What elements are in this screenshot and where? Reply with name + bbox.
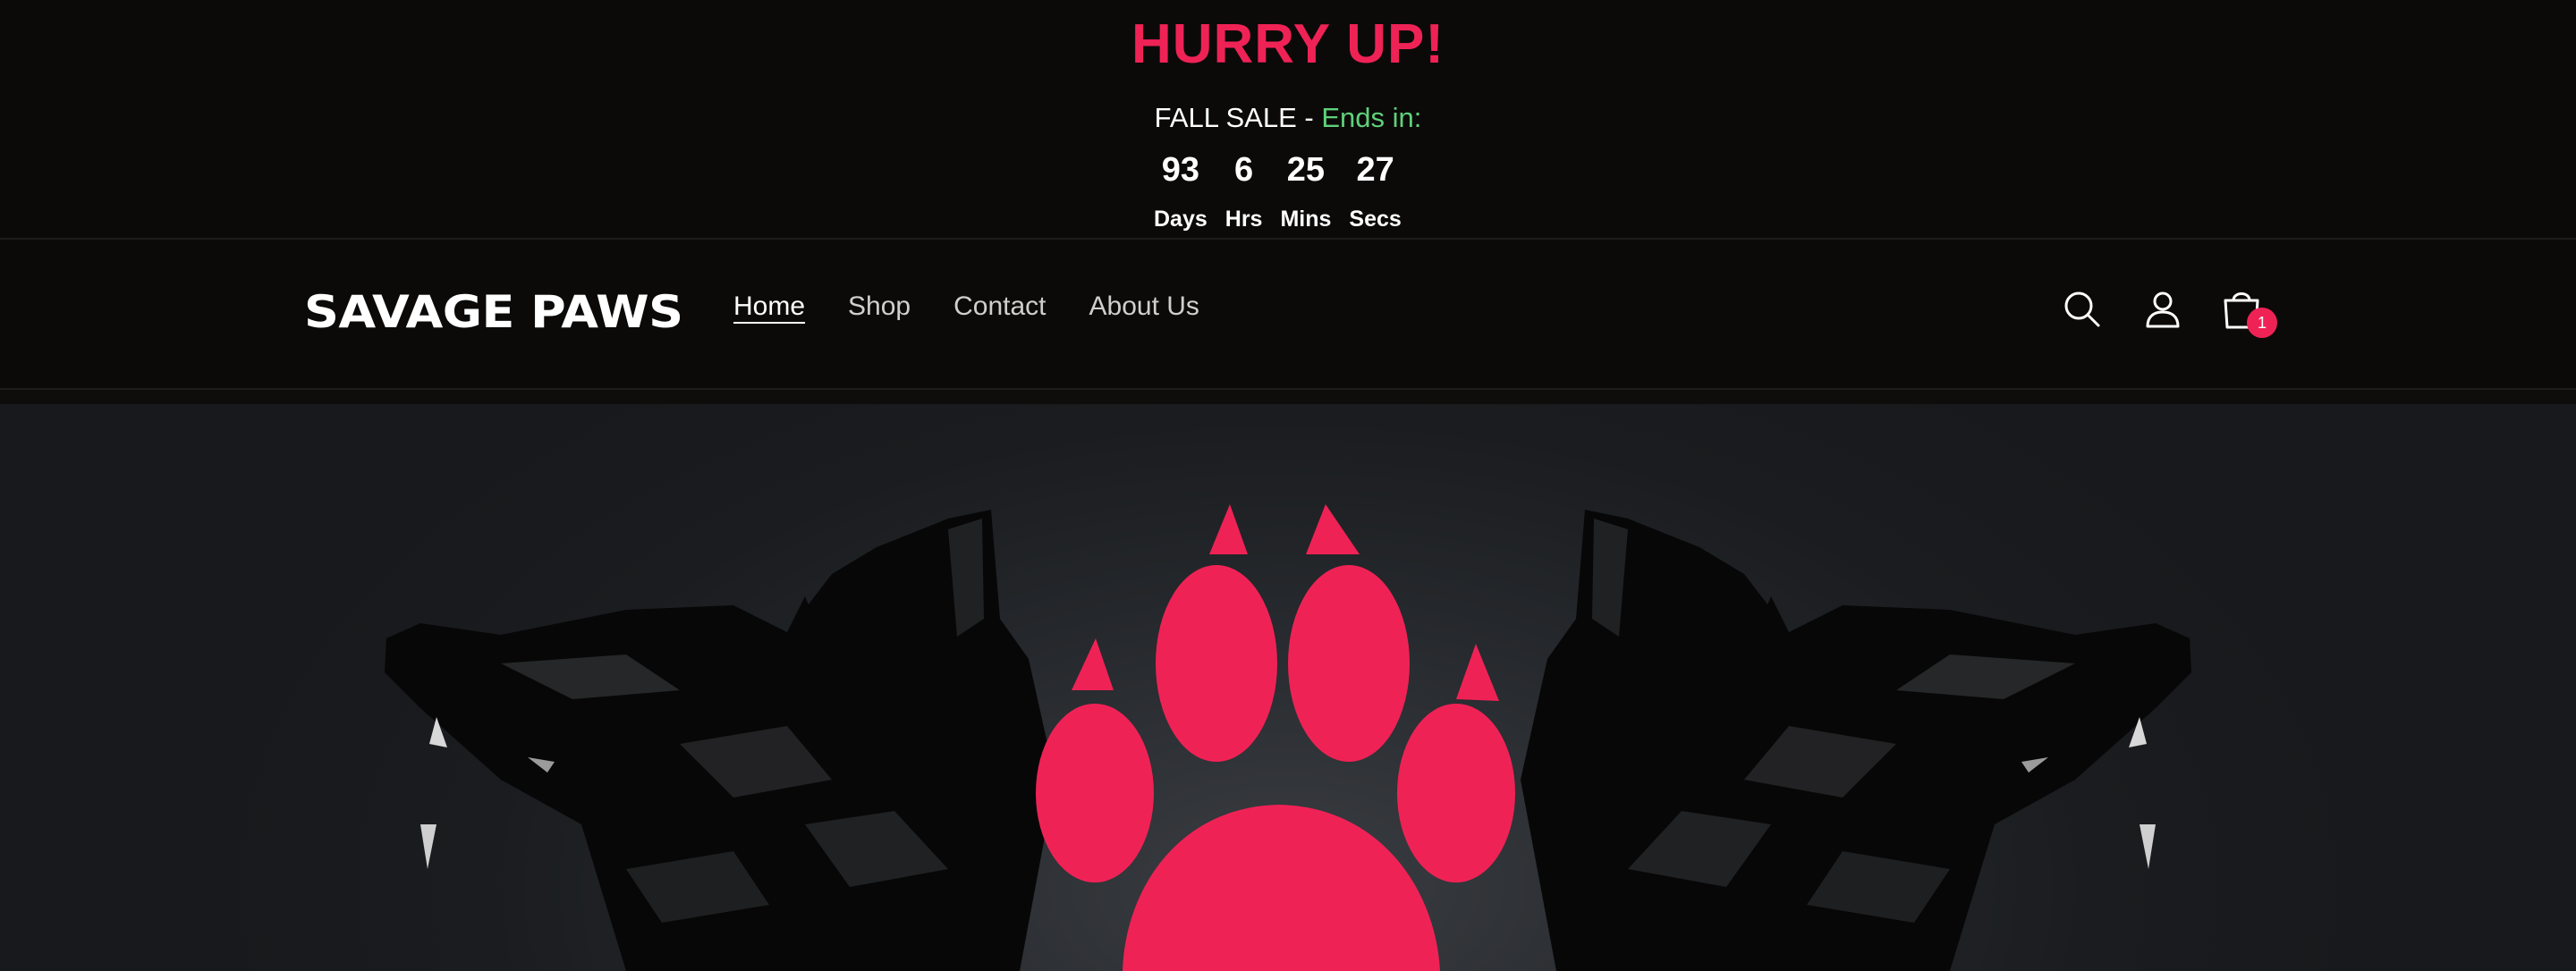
countdown-hours-label: Hrs <box>1224 207 1263 232</box>
countdown-minutes-label: Mins <box>1280 207 1332 232</box>
countdown-minutes-value: 25 <box>1286 151 1326 189</box>
countdown-hours-value: 6 <box>1234 151 1254 189</box>
cart-count-badge: 1 <box>2247 308 2277 338</box>
ends-in-label: Ends in: <box>1321 102 1422 133</box>
countdown-timer: 93 Days 6 Hrs 25 Mins 27 Secs <box>1154 145 1402 232</box>
paw-print-logo <box>1036 504 1515 971</box>
countdown-seconds: 27 Secs <box>1349 145 1401 232</box>
nav-shop[interactable]: Shop <box>848 291 911 322</box>
sale-heading: HURRY UP! <box>1131 13 1445 75</box>
sale-line: FALL SALE - Ends in: <box>0 102 2576 134</box>
cart-button[interactable]: 1 <box>2218 286 2277 338</box>
header-divider <box>0 390 2576 404</box>
countdown-seconds-value: 27 <box>1356 151 1394 189</box>
hero-banner <box>0 404 2576 971</box>
nav-about-us[interactable]: About Us <box>1089 291 1199 322</box>
site-header: SAVAGE PAWS Home Shop Contact About Us 1 <box>0 240 2576 390</box>
account-button[interactable] <box>2140 286 2186 333</box>
countdown-days-value: 93 <box>1161 151 1200 189</box>
nav-contact[interactable]: Contact <box>953 291 1046 322</box>
search-icon <box>2064 291 2100 327</box>
countdown-seconds-label: Secs <box>1349 207 1402 232</box>
right-dog-illustration <box>1521 510 2191 971</box>
countdown-minutes: 25 Mins <box>1280 145 1331 232</box>
sale-separator: - <box>1296 102 1322 133</box>
countdown-days-label: Days <box>1154 207 1208 232</box>
announcement-bar: HURRY UP! FALL SALE - Ends in: 93 Days 6… <box>0 0 2576 240</box>
main-nav: Home Shop Contact About Us <box>733 291 1242 322</box>
sale-name: FALL SALE <box>1154 102 1297 133</box>
search-button[interactable] <box>2059 286 2106 333</box>
countdown-hours: 6 Hrs <box>1225 145 1263 232</box>
account-icon <box>2146 291 2180 328</box>
left-dog-illustration <box>385 510 1055 971</box>
site-logo[interactable]: SAVAGE PAWS <box>304 286 683 338</box>
nav-home[interactable]: Home <box>733 291 805 322</box>
countdown-days: 93 Days <box>1154 145 1208 232</box>
hero-image <box>385 504 2191 971</box>
